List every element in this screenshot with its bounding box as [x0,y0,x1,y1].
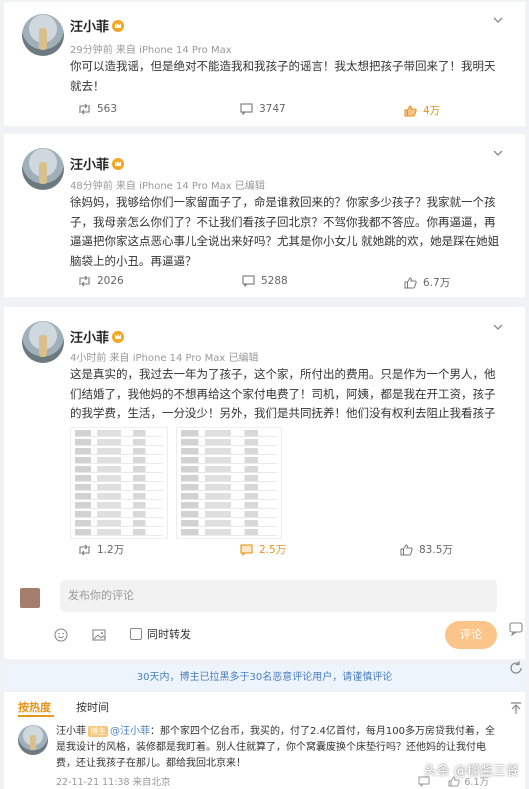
vip-icon [112,158,125,170]
comment-count: 3747 [259,103,286,115]
comment-input[interactable]: 发布你的评论 [60,580,497,612]
comment-user[interactable]: 汪小菲 [56,726,86,737]
post-actions: 1.2万 2.5万 83.5万 [70,542,507,560]
comment-icon [242,275,255,287]
comment-count: 2.5万 [259,544,287,556]
comment-count: 5288 [261,275,288,287]
comment-button[interactable]: 2.5万 [240,542,286,557]
like-count: 4万 [423,105,441,117]
like-button[interactable]: 4万 [404,103,440,118]
post-card-2: 汪小菲 48分钟前 来自 iPhone 14 Pro Max 已编辑 徐妈妈，我… [4,134,525,297]
image-icon[interactable] [92,627,106,646]
repost-button[interactable]: 1.2万 [78,542,124,557]
repost-label: 同时转发 [147,628,191,641]
comment-button[interactable]: 5288 [242,275,288,287]
repost-toggle[interactable]: 同时转发 [130,626,191,642]
post-author[interactable]: 汪小菲 [70,16,125,35]
back-to-top-icon[interactable] [508,700,524,716]
avatar[interactable] [22,148,64,190]
avatar[interactable] [22,321,64,363]
sort-by-time[interactable]: 按时间 [76,699,109,715]
like-button[interactable]: 6.7万 [404,275,450,290]
post-author[interactable]: 汪小菲 [70,154,125,173]
author-badge: 博主 [88,726,108,737]
chevron-down-icon[interactable] [493,150,503,156]
refresh-icon[interactable] [508,660,524,676]
comment-notice: 30天内，博主已拉黑多于30名恶意评论用户，请谨慎评论 [4,665,525,690]
comment-button[interactable]: 3747 [240,103,286,115]
side-toolbar [508,620,526,716]
like-count: 83.5万 [419,544,453,556]
expense-table-image-1[interactable] [70,427,168,539]
expense-table-image-2[interactable] [176,427,282,539]
vip-icon [112,331,125,343]
submit-comment-button[interactable]: 评论 [445,621,497,649]
vip-icon [112,20,125,32]
repost-icon [79,275,90,287]
current-user-avatar[interactable] [20,588,40,608]
sort-by-hot[interactable]: 按热度 [18,699,51,715]
sort-active-indicator [18,715,54,717]
repost-checkbox[interactable] [130,628,142,640]
comment-icon [240,103,253,115]
author-name[interactable]: 汪小菲 [70,158,109,173]
post-card-1: 汪小菲 29分钟前 来自 iPhone 14 Pro Max 你可以造我谣，但是… [4,2,525,126]
watermark: 头条 @檬酱三餐 [423,764,519,779]
repost-count: 2026 [97,275,124,287]
repost-icon [79,103,90,115]
post-meta: 4小时前 来自 iPhone 14 Pro Max 已编辑 [70,353,259,364]
thumbs-up-icon [400,543,413,555]
chevron-down-icon[interactable] [493,324,503,330]
post-meta: 48分钟前 来自 iPhone 14 Pro Max 已编辑 [70,181,265,192]
thumbs-up-icon [404,276,417,288]
repost-count: 563 [97,103,118,115]
repost-icon [79,544,90,555]
repost-button[interactable]: 563 [78,103,117,115]
post-text: 这是真实的，我过去一年为了孩子，这个家，所付出的费用。只是作为一个男人，他们结婚… [70,367,496,420]
post-text: 你可以造我谣，但是绝对不能造我和我孩子的谣言！我太想把孩子带回来了！我明天就去！ [70,59,496,93]
comment-icon [240,543,253,556]
thumbs-up-icon [404,104,417,116]
post-actions: 563 3747 4万 [70,103,507,121]
like-count: 6.7万 [423,277,451,289]
repost-count: 1.2万 [97,544,125,556]
repost-button[interactable]: 2026 [78,275,124,287]
post-actions: 2026 5288 6.7万 [70,275,507,293]
post-meta: 29分钟前 来自 iPhone 14 Pro Max [70,45,232,56]
post-author[interactable]: 汪小菲 [70,327,125,346]
chevron-down-icon[interactable] [493,17,503,23]
message-icon[interactable] [508,620,524,636]
emoji-icon[interactable] [54,627,68,646]
like-button[interactable]: 83.5万 [400,542,453,557]
avatar[interactable] [22,14,64,56]
comment-meta: 22-11-21 11:38 来自北京 [56,777,171,788]
comment-avatar[interactable] [18,725,48,755]
mention-link[interactable]: @汪小菲 [110,726,150,737]
author-name[interactable]: 汪小菲 [70,331,109,346]
post-text: 徐妈妈，我够给你们一家留面子了，命是谁救回来的？你家多少孩子？我家就一个孩子，我… [70,195,500,268]
author-name[interactable]: 汪小菲 [70,20,109,35]
